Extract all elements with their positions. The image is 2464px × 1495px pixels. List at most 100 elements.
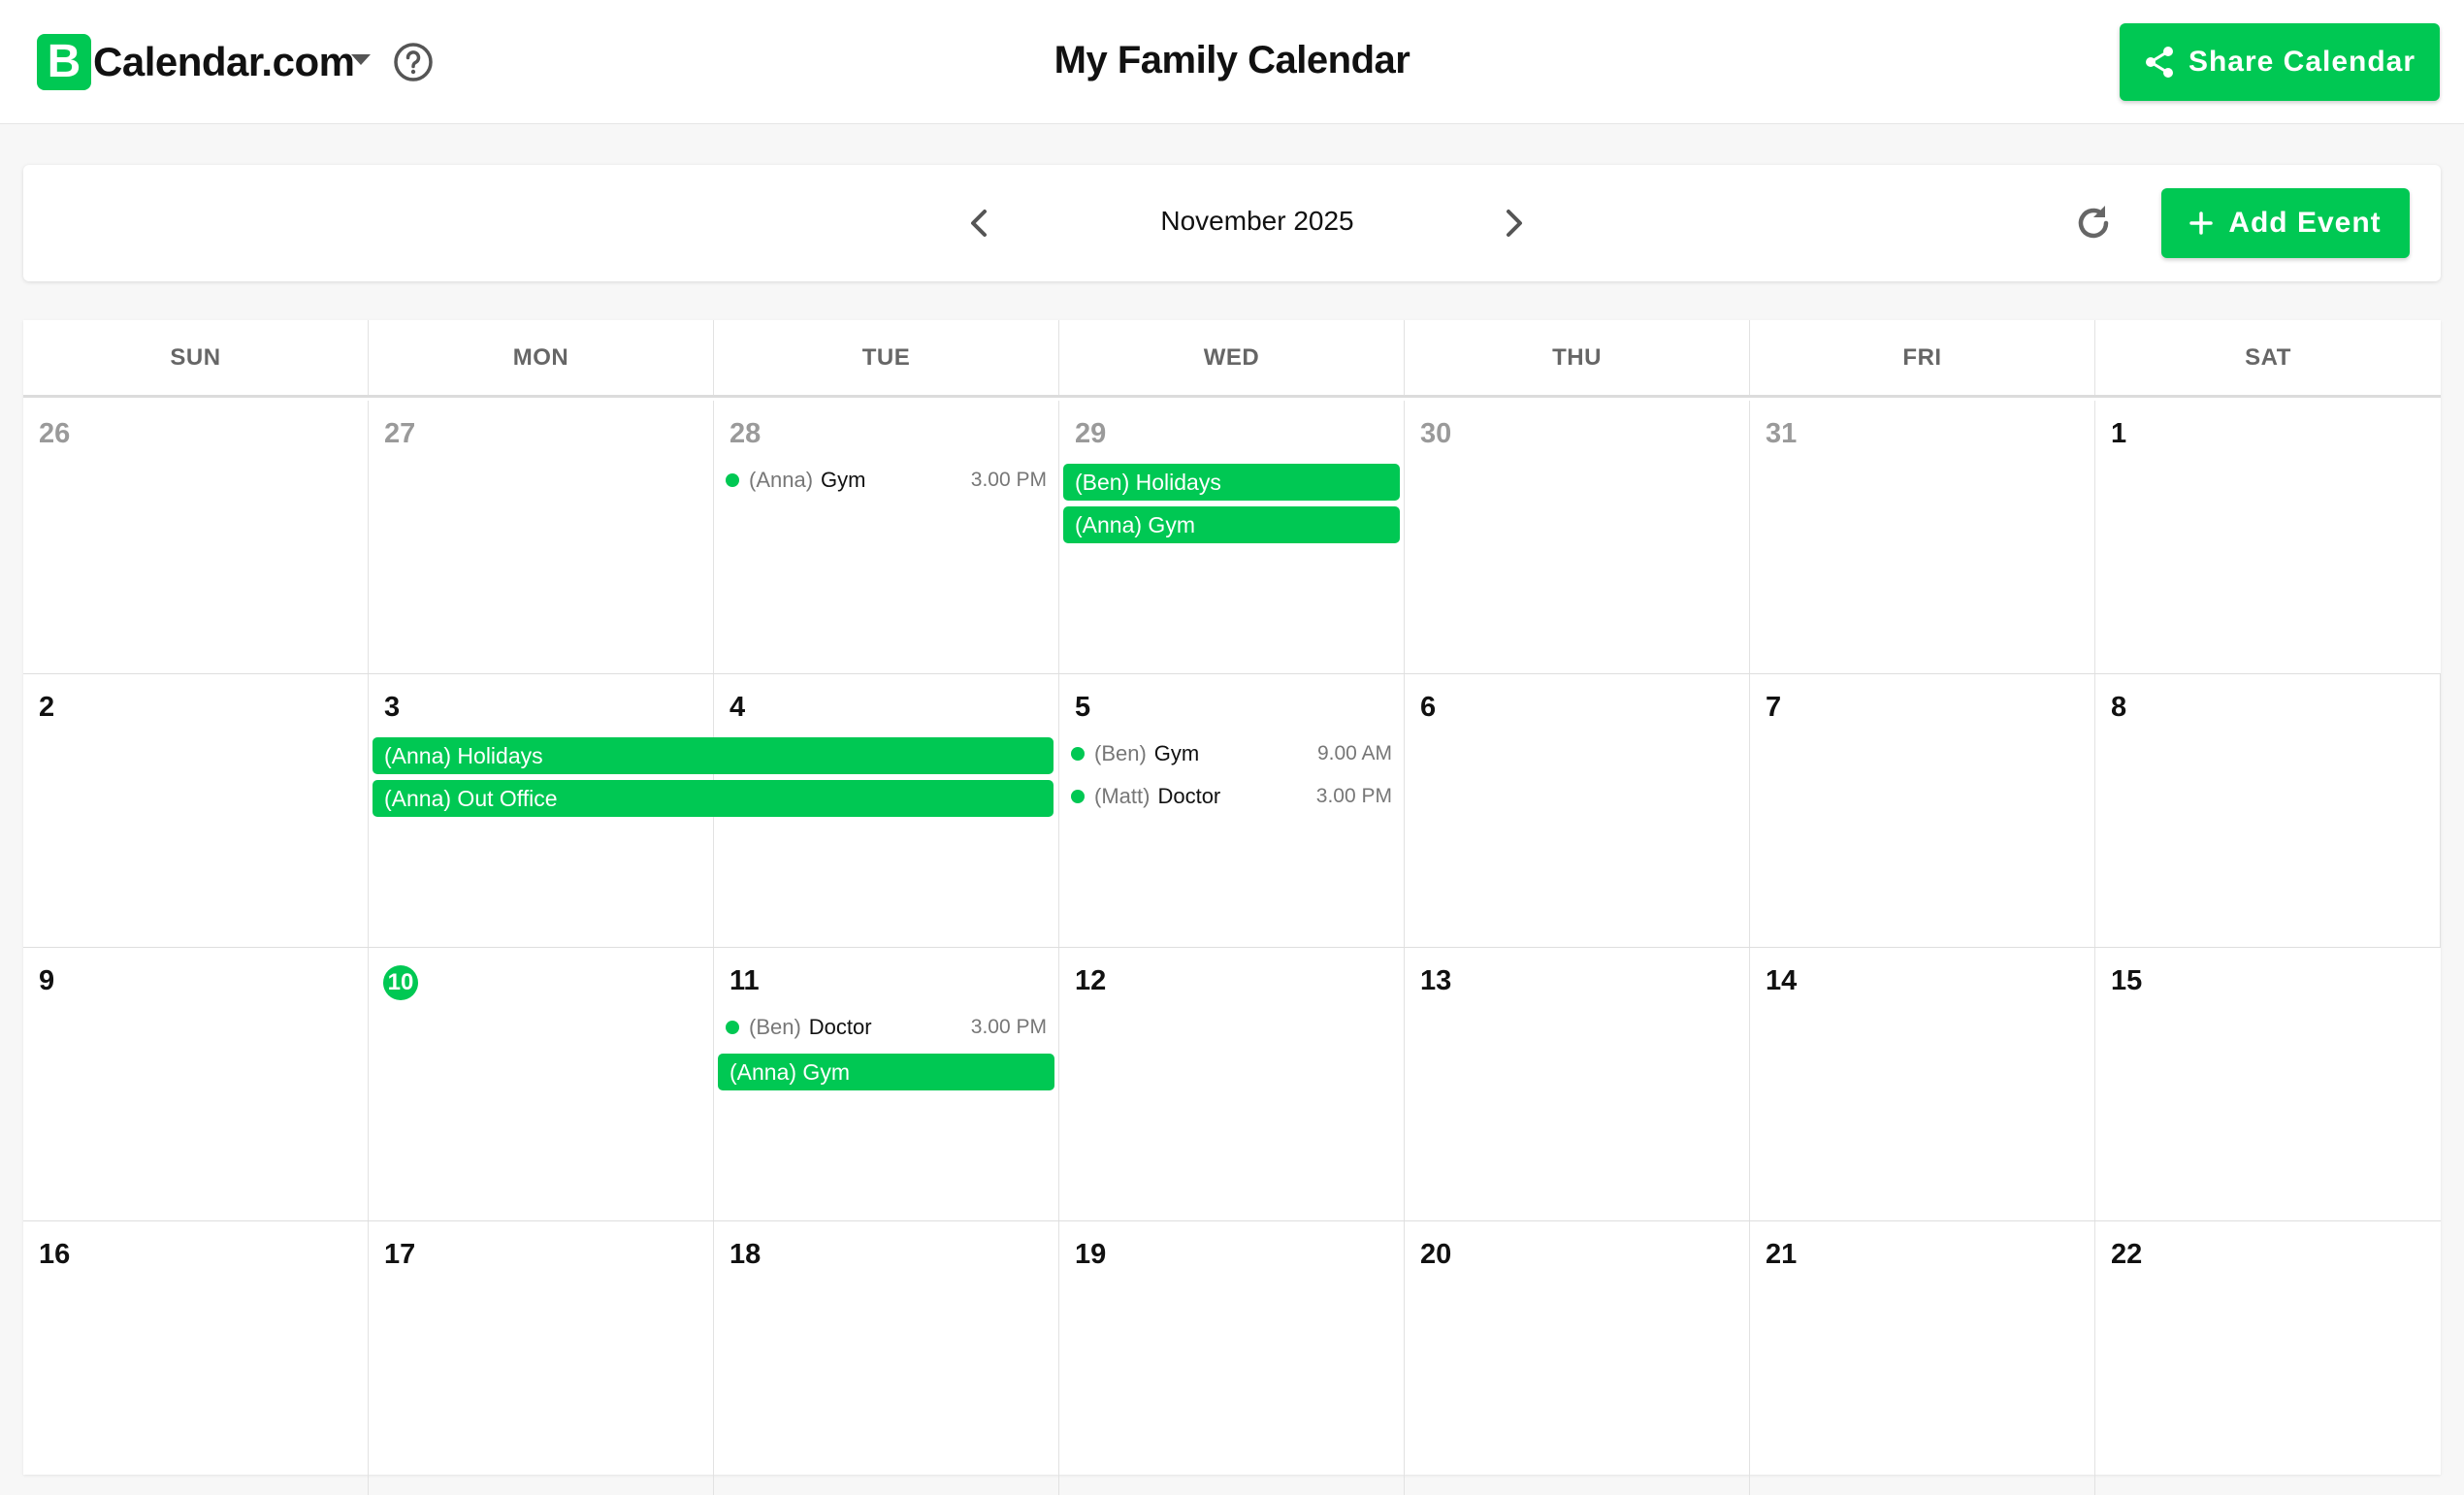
chevron-right-icon[interactable] xyxy=(1492,202,1535,244)
today-badge: 10 xyxy=(383,965,418,1000)
day-number: 22 xyxy=(2111,1239,2143,1270)
event-name: Doctor xyxy=(1157,784,1221,808)
day-number: 4 xyxy=(729,692,746,723)
day-number: 13 xyxy=(1420,965,1452,996)
day-number: 5 xyxy=(1075,692,1091,723)
day-cell[interactable]: 27 xyxy=(369,401,714,673)
share-icon xyxy=(2145,47,2173,78)
caret-down-icon[interactable] xyxy=(351,54,371,65)
day-cell[interactable]: 6 xyxy=(1405,674,1750,947)
event-person: (Ben) xyxy=(749,1015,801,1039)
add-event-button[interactable]: Add Event xyxy=(2161,188,2410,258)
day-cell[interactable]: 2 xyxy=(23,674,369,947)
event-person: (Ben) xyxy=(1094,741,1147,765)
event-dot xyxy=(1071,747,1085,761)
day-cell[interactable]: 1 xyxy=(2095,401,2441,673)
weekday-header: SUN xyxy=(23,320,369,395)
event-name: Doctor xyxy=(808,1015,872,1039)
day-number: 12 xyxy=(1075,965,1107,996)
calendar-title: My Family Calendar xyxy=(1054,39,1410,81)
day-cell[interactable]: 5 (Ben) Gym 9.00 AM (Matt) Doctor 3.00 P… xyxy=(1059,674,1405,947)
day-number: 30 xyxy=(1420,418,1452,449)
day-number: 7 xyxy=(1766,692,1782,723)
day-number: 1 xyxy=(2111,418,2127,449)
month-toolbar: November 2025 Add Event xyxy=(23,165,2441,281)
week-row: 9 10 11 (Ben) Doctor 3.00 PM (Anna) Gym … xyxy=(23,948,2441,1221)
event-name: Gym xyxy=(1153,741,1200,765)
weekday-header: SAT xyxy=(2245,343,2291,371)
event-dot xyxy=(726,1021,739,1034)
add-event-label: Add Event xyxy=(2228,207,2382,239)
day-number: 31 xyxy=(1766,418,1798,449)
day-cell[interactable]: 12 xyxy=(1059,948,1405,1220)
event-bar[interactable]: (Ben) Holidays xyxy=(1063,464,1400,501)
day-cell[interactable]: 14 xyxy=(1750,948,2095,1220)
event-person: (Anna) xyxy=(749,468,814,492)
day-number: 6 xyxy=(1420,692,1437,723)
day-number: 16 xyxy=(39,1239,71,1270)
event-time: 3.00 PM xyxy=(1315,785,1392,807)
day-number: 20 xyxy=(1420,1239,1452,1270)
day-number: 11 xyxy=(729,965,760,996)
help-icon[interactable] xyxy=(392,41,435,83)
logo-text: Calendar.com xyxy=(93,39,355,84)
weekday-header-row: SUN MON TUE WED THU FRI SAT xyxy=(23,320,2441,398)
day-cell[interactable]: 17 xyxy=(369,1221,714,1495)
weekday-header: FRI xyxy=(1750,320,2095,395)
day-cell[interactable]: 13 xyxy=(1405,948,1750,1220)
day-number: 19 xyxy=(1075,1239,1107,1270)
day-cell[interactable]: 9 xyxy=(23,948,369,1220)
day-cell[interactable]: 19 xyxy=(1059,1221,1405,1495)
week-row: 2 3 4 5 (Ben) Gym 9.00 AM (Matt) Doctor … xyxy=(23,674,2441,948)
day-cell[interactable]: 31 xyxy=(1750,401,2095,673)
weekday-header: WED xyxy=(1059,320,1405,395)
day-cell[interactable]: 11 (Ben) Doctor 3.00 PM (Anna) Gym xyxy=(714,948,1059,1220)
day-cell[interactable]: 20 xyxy=(1405,1221,1750,1495)
day-cell[interactable]: 8 xyxy=(2095,674,2441,947)
event-bar[interactable]: (Anna) Holidays xyxy=(373,737,1054,774)
day-number: 2 xyxy=(39,692,55,723)
event-time: 3.00 PM xyxy=(970,469,1047,491)
day-cell[interactable]: 10 xyxy=(369,948,714,1220)
plus-icon xyxy=(2189,211,2214,235)
event-bar[interactable]: (Anna) Gym xyxy=(1063,506,1400,543)
day-number: 28 xyxy=(729,418,762,449)
event-time: 3.00 PM xyxy=(970,1016,1047,1038)
event-item[interactable]: (Anna) Gym 3.00 PM xyxy=(726,464,1047,497)
day-number: 17 xyxy=(384,1239,416,1270)
day-cell[interactable]: 16 xyxy=(23,1221,369,1495)
day-cell[interactable]: 21 xyxy=(1750,1221,2095,1495)
day-number: 8 xyxy=(2111,692,2127,723)
logo-badge: B xyxy=(37,34,91,90)
event-item[interactable]: (Matt) Doctor 3.00 PM xyxy=(1071,780,1392,813)
week-row: 26 27 28 (Anna) Gym 3.00 PM 29 (Ben) Hol… xyxy=(23,401,2441,674)
event-item[interactable]: (Ben) Gym 9.00 AM xyxy=(1071,737,1392,770)
day-number: 21 xyxy=(1766,1239,1798,1270)
refresh-icon[interactable] xyxy=(2070,200,2117,246)
day-cell[interactable]: 29 (Ben) Holidays (Anna) Gym xyxy=(1059,401,1405,673)
current-month-label: November 2025 xyxy=(1160,206,1354,236)
app-logo[interactable]: B Calendar.com xyxy=(37,33,355,91)
event-name: Gym xyxy=(821,468,866,492)
day-cell[interactable]: 28 (Anna) Gym 3.00 PM xyxy=(714,401,1059,673)
day-number: 9 xyxy=(39,965,55,996)
day-cell[interactable]: 18 xyxy=(714,1221,1059,1495)
day-cell[interactable]: 7 xyxy=(1750,674,2095,947)
event-bar[interactable]: (Anna) Out Office xyxy=(373,780,1054,817)
day-number: 18 xyxy=(729,1239,762,1270)
chevron-left-icon[interactable] xyxy=(958,202,1001,244)
event-dot xyxy=(726,473,739,487)
day-cell[interactable]: 30 xyxy=(1405,401,1750,673)
event-bar[interactable]: (Anna) Gym xyxy=(718,1054,1054,1090)
day-cell[interactable]: 15 xyxy=(2095,948,2441,1220)
share-calendar-label: Share Calendar xyxy=(2188,46,2416,78)
weekday-header: MON xyxy=(369,320,714,395)
month-grid: SUN MON TUE WED THU FRI SAT 26 27 28 (An… xyxy=(23,320,2441,1495)
event-item[interactable]: (Ben) Doctor 3.00 PM xyxy=(726,1011,1047,1044)
day-cell[interactable]: 22 xyxy=(2095,1221,2441,1495)
day-number: 29 xyxy=(1075,418,1107,449)
day-cell[interactable]: 26 xyxy=(23,401,369,673)
share-calendar-button[interactable]: Share Calendar xyxy=(2120,23,2440,101)
weekday-header: TUE xyxy=(714,320,1059,395)
day-number: 14 xyxy=(1766,965,1798,996)
